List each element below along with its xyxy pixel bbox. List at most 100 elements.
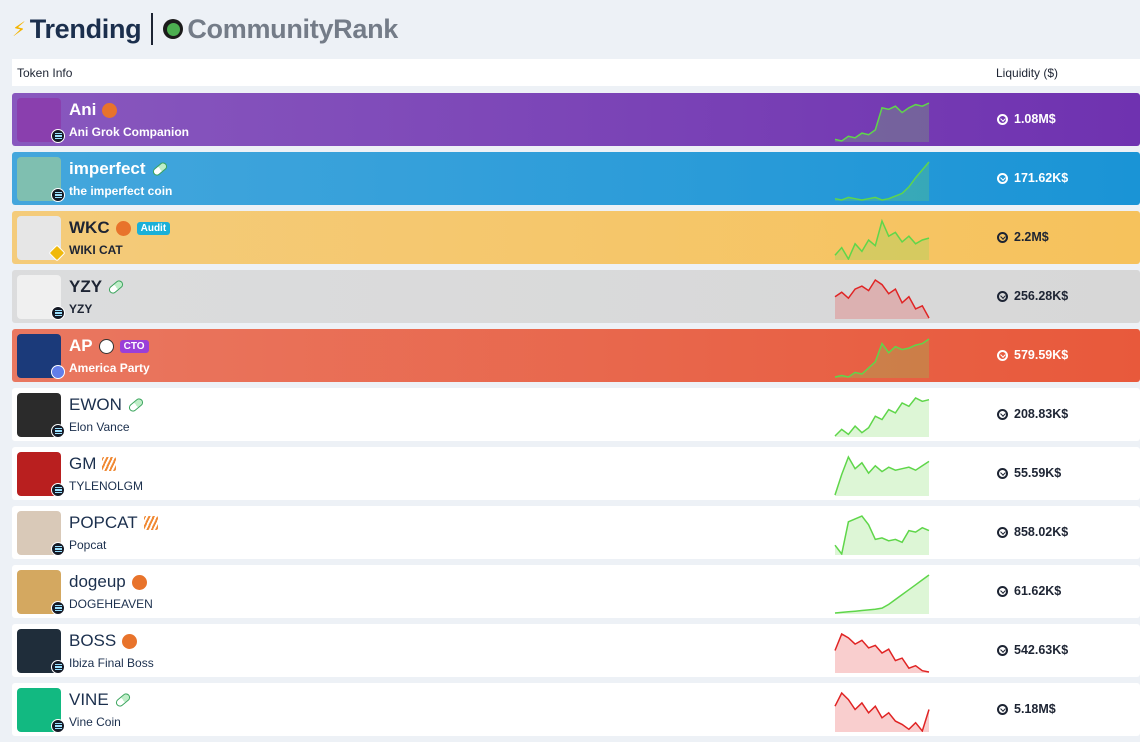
pill-icon xyxy=(107,278,125,296)
token-row[interactable]: GM TYLENOLGM 55.59K$ xyxy=(12,447,1140,500)
token-row[interactable]: imperfect the imperfect coin 171.62K$ xyxy=(12,152,1140,205)
tab-separator xyxy=(151,13,154,45)
liquidity-amount: 2.2M$ xyxy=(1014,230,1049,244)
token-symbol[interactable]: YZY xyxy=(69,277,102,297)
liquidity-check-icon xyxy=(997,231,1008,243)
tab-community-rank-label: CommunityRank xyxy=(187,13,398,44)
solana-chain-icon xyxy=(51,542,65,556)
ethereum-chain-icon xyxy=(51,365,65,379)
tab-community-rank[interactable]: CommunityRank xyxy=(163,14,398,45)
token-name: YZY xyxy=(69,302,93,316)
token-symbol[interactable]: Ani xyxy=(69,100,96,120)
sparkline-area xyxy=(835,457,929,496)
token-symbol-line: BOSS xyxy=(69,631,138,651)
liquidity-amount: 1.08M$ xyxy=(1014,112,1056,126)
price-sparkline xyxy=(834,102,930,142)
token-name: the imperfect coin xyxy=(69,184,173,198)
token-symbol-line: imperfect xyxy=(69,159,169,179)
token-symbol-line: dogeup xyxy=(69,572,147,592)
price-sparkline xyxy=(834,338,930,378)
price-sparkline xyxy=(834,632,930,673)
price-sparkline xyxy=(834,218,930,260)
token-symbol-line: GM xyxy=(69,454,117,474)
pill-icon xyxy=(127,396,145,414)
liquidity-amount: 256.28K$ xyxy=(1014,289,1069,303)
token-row[interactable]: EWON Elon Vance 208.83K$ xyxy=(12,388,1140,441)
token-symbol[interactable]: WKC xyxy=(69,218,110,238)
liquidity-amount: 171.62K$ xyxy=(1014,171,1069,185)
liquidity-value: 256.28K$ xyxy=(997,289,1068,303)
liquidity-amount: 5.18M$ xyxy=(1014,702,1056,716)
liquidity-value: 5.18M$ xyxy=(997,702,1056,716)
leaf-logo-icon xyxy=(163,19,184,39)
tab-trending[interactable]: ⚡ Trending xyxy=(12,13,142,45)
sparkline-area xyxy=(835,398,929,437)
token-symbol-line: EWON xyxy=(69,395,145,415)
token-symbol[interactable]: BOSS xyxy=(69,631,116,651)
liquidity-amount: 208.83K$ xyxy=(1014,407,1069,421)
price-sparkline xyxy=(834,161,930,201)
price-sparkline xyxy=(834,515,930,555)
liquidity-amount: 579.59K$ xyxy=(1014,348,1069,362)
token-row[interactable]: POPCAT Popcat 858.02K$ xyxy=(12,506,1140,559)
column-header-liquidity[interactable]: Liquidity ($) xyxy=(996,66,1058,80)
token-symbol[interactable]: imperfect xyxy=(69,159,146,179)
emoji-icon xyxy=(102,102,118,118)
token-symbol-line: AP CTO xyxy=(69,336,149,356)
token-symbol[interactable]: GM xyxy=(69,454,96,474)
sparkline-area xyxy=(835,693,929,732)
token-row[interactable]: AP CTO America Party 579.59K$ xyxy=(12,329,1140,382)
token-symbol[interactable]: EWON xyxy=(69,395,122,415)
pill-icon xyxy=(113,691,132,709)
emoji-icon xyxy=(131,574,147,590)
token-name: Popcat xyxy=(69,538,107,552)
liquidity-check-icon xyxy=(997,585,1008,597)
token-name: WIKI CAT xyxy=(69,243,123,257)
token-row[interactable]: BOSS Ibiza Final Boss 542.63K$ xyxy=(12,624,1140,677)
solana-chain-icon xyxy=(51,306,65,320)
token-list: Ani Ani Grok Companion 1.08M$ imperfect … xyxy=(12,93,1140,742)
token-name: TYLENOLGM xyxy=(69,479,144,493)
liquidity-value: 61.62K$ xyxy=(997,584,1061,598)
column-header-token-info[interactable]: Token Info xyxy=(17,66,72,80)
price-sparkline xyxy=(834,397,930,437)
tab-trending-label: Trending xyxy=(29,13,142,44)
token-name: Ani Grok Companion xyxy=(69,125,189,139)
liquidity-value: 208.83K$ xyxy=(997,407,1068,421)
header: ⚡ Trending CommunityRank xyxy=(12,10,398,48)
liquidity-check-icon xyxy=(997,172,1008,184)
liquidity-value: 55.59K$ xyxy=(997,466,1061,480)
liquidity-check-icon xyxy=(997,113,1008,125)
token-symbol[interactable]: dogeup xyxy=(69,572,126,592)
liquidity-value: 858.02K$ xyxy=(997,525,1068,539)
token-symbol[interactable]: VINE xyxy=(69,690,109,710)
liquidity-check-icon xyxy=(997,408,1008,420)
solana-chain-icon xyxy=(51,601,65,615)
token-symbol[interactable]: POPCAT xyxy=(69,513,138,533)
token-symbol-line: WKC Audit xyxy=(69,218,171,238)
token-row[interactable]: VINE Vine Coin 5.18M$ xyxy=(12,683,1140,736)
solana-chain-icon xyxy=(51,424,65,438)
token-row[interactable]: YZY YZY 256.28K$ xyxy=(12,270,1140,323)
solana-chain-icon xyxy=(51,188,65,202)
token-symbol[interactable]: AP xyxy=(69,336,93,356)
table-header: Token Info Liquidity ($) xyxy=(12,59,1140,86)
token-row[interactable]: WKC Audit WIKI CAT 2.2M$ xyxy=(12,211,1140,264)
flame-icon xyxy=(143,516,158,530)
liquidity-check-icon xyxy=(997,526,1008,538)
token-name: DOGEHEAVEN xyxy=(69,597,153,611)
token-symbol-line: VINE xyxy=(69,690,132,710)
token-name: Vine Coin xyxy=(69,715,121,729)
solana-chain-icon xyxy=(51,483,65,497)
token-row[interactable]: Ani Ani Grok Companion 1.08M$ xyxy=(12,93,1140,146)
token-name: Ibiza Final Boss xyxy=(69,656,154,670)
liquidity-check-icon xyxy=(997,290,1008,302)
token-row[interactable]: dogeup DOGEHEAVEN 61.62K$ xyxy=(12,565,1140,618)
flame-icon xyxy=(102,457,117,471)
price-sparkline xyxy=(834,278,930,319)
liquidity-amount: 542.63K$ xyxy=(1014,643,1069,657)
price-sparkline xyxy=(834,455,930,496)
token-symbol-line: YZY xyxy=(69,277,125,297)
sparkline-area xyxy=(835,221,929,260)
liquidity-value: 579.59K$ xyxy=(997,348,1068,362)
